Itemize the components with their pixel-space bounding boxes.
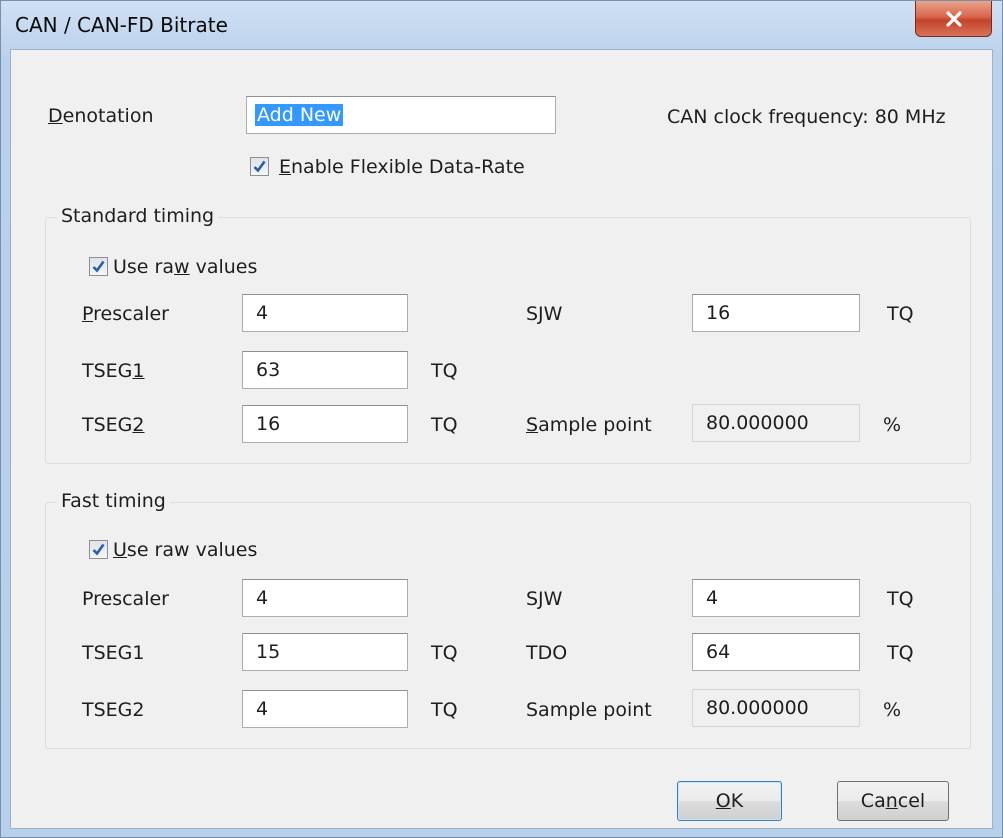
- standard-prescaler-label: Prescaler: [82, 303, 169, 325]
- standard-tseg2-label: TSEG2: [82, 414, 145, 436]
- denotation-label: Denotation: [48, 105, 154, 127]
- fast-prescaler-input[interactable]: 4: [242, 579, 408, 617]
- checkmark-icon: [92, 260, 105, 273]
- fast-tdo-input[interactable]: 64: [692, 633, 860, 671]
- denotation-input[interactable]: Add New: [246, 96, 556, 134]
- standard-tseg1-input[interactable]: 63: [242, 351, 408, 389]
- enable-fd-label[interactable]: Enable Flexible Data-Rate: [279, 156, 525, 178]
- enable-fd-checkbox[interactable]: [250, 157, 269, 176]
- fast-tseg2-label: TSEG2: [82, 699, 145, 721]
- standard-sjw-input[interactable]: 16: [692, 294, 860, 332]
- standard-tseg1-unit: TQ: [431, 360, 458, 382]
- standard-raw-checkbox[interactable]: [89, 257, 108, 276]
- fast-prescaler-label: Prescaler: [82, 588, 169, 610]
- close-icon: [945, 10, 962, 27]
- fast-tseg1-label: TSEG1: [82, 642, 145, 664]
- clock-frequency-text: CAN clock frequency: 80 MHz: [667, 106, 946, 128]
- standard-sjw-unit: TQ: [887, 303, 914, 325]
- standard-sjw-label: SJW: [526, 303, 563, 325]
- close-button[interactable]: [915, 1, 992, 37]
- ok-button[interactable]: OK: [677, 781, 782, 821]
- fast-sample-point-unit: %: [883, 699, 902, 721]
- standard-sample-point-label: Sample point: [526, 414, 652, 436]
- standard-sample-point-unit: %: [883, 414, 902, 436]
- checkmark-icon: [253, 160, 266, 173]
- fast-tdo-label: TDO: [526, 642, 568, 664]
- fast-timing-title: Fast timing: [57, 490, 170, 512]
- fast-raw-label[interactable]: Use raw values: [113, 539, 257, 561]
- fast-tdo-unit: TQ: [887, 642, 914, 664]
- checkmark-icon: [92, 543, 105, 556]
- fast-sjw-input[interactable]: 4: [692, 579, 860, 617]
- standard-timing-title: Standard timing: [57, 205, 219, 227]
- standard-tseg2-input[interactable]: 16: [242, 405, 408, 443]
- standard-sample-point-value: 80.000000: [692, 404, 860, 442]
- fast-sample-point-label: Sample point: [526, 699, 652, 721]
- fast-tseg1-unit: TQ: [431, 642, 458, 664]
- fast-sjw-label: SJW: [526, 588, 563, 610]
- fast-sample-point-value: 80.000000: [692, 689, 860, 727]
- fast-tseg2-input[interactable]: 4: [242, 690, 408, 728]
- standard-prescaler-input[interactable]: 4: [242, 294, 408, 332]
- fast-tseg2-unit: TQ: [431, 699, 458, 721]
- cancel-button[interactable]: Cancel: [837, 781, 949, 821]
- standard-tseg2-unit: TQ: [431, 414, 458, 436]
- title-bar[interactable]: CAN / CAN-FD Bitrate: [1, 1, 1002, 49]
- fast-raw-checkbox[interactable]: [89, 540, 108, 559]
- fast-tseg1-input[interactable]: 15: [242, 633, 408, 671]
- fast-sjw-unit: TQ: [887, 588, 914, 610]
- dialog-window: CAN / CAN-FD Bitrate Denotation Add New …: [0, 0, 1003, 838]
- dialog-body: Denotation Add New CAN clock frequency: …: [10, 49, 993, 829]
- dialog-title: CAN / CAN-FD Bitrate: [15, 13, 228, 37]
- standard-raw-label[interactable]: Use raw values: [113, 256, 257, 278]
- standard-tseg1-label: TSEG1: [82, 360, 145, 382]
- denotation-value: Add New: [255, 104, 344, 126]
